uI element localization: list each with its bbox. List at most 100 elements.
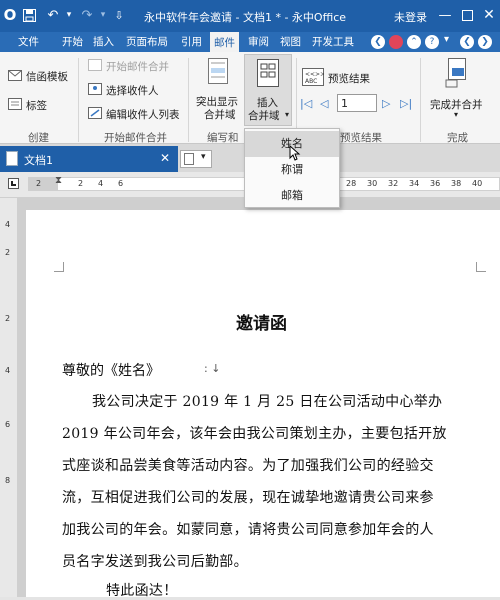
- body-line: 式座谈和品尝美食等活动内容。为了加强我们公司的经验交: [62, 458, 434, 474]
- insert-merge-field-button[interactable]: 插入 合并域 ▾: [244, 54, 292, 126]
- menu-bar: 文件 开始 插入 页面布局 引用 邮件 审阅 视图 开发工具 ❮ ⌃ ? ▾ ❮…: [0, 32, 500, 52]
- vruler-tick: 6: [5, 420, 11, 429]
- scroll-right-icon[interactable]: ❯: [478, 35, 492, 49]
- skin-icon[interactable]: [389, 35, 403, 49]
- undo-dropdown-icon[interactable]: ▾: [60, 6, 78, 24]
- insert-merge-field-icon: [257, 59, 279, 87]
- close-tab-icon[interactable]: ✕: [160, 151, 170, 165]
- new-document-button[interactable]: ▾: [180, 150, 212, 168]
- ruler-margin-left: [28, 177, 58, 191]
- labels-button[interactable]: 标签: [26, 98, 47, 113]
- document-icon: [6, 151, 18, 166]
- window-title: 永中软件年会邀请 - 文档1 * - 永中Office: [144, 11, 347, 24]
- ruler-tick: 32: [388, 179, 399, 188]
- maximize-icon[interactable]: [458, 6, 476, 24]
- ruler-tick: 2: [78, 179, 84, 188]
- document-tab[interactable]: 文档1 ✕: [0, 146, 178, 172]
- collapse-left-icon[interactable]: ❮: [371, 35, 385, 49]
- vruler-tick: 2: [5, 248, 11, 257]
- edit-recipients-icon: [88, 107, 102, 119]
- ruler-tick: 40: [472, 179, 483, 188]
- ruler-tick: 34: [409, 179, 420, 188]
- tab-references[interactable]: 引用: [181, 34, 202, 49]
- next-record-icon[interactable]: ▷: [382, 97, 390, 110]
- app-logo[interactable]: O: [2, 6, 18, 24]
- scroll-left-icon[interactable]: ❮: [460, 35, 474, 49]
- vertical-ruler[interactable]: 4 2 2 4 6 8: [0, 198, 18, 597]
- tab-insert[interactable]: 插入: [93, 34, 114, 49]
- vruler-tick: 8: [5, 476, 11, 485]
- start-merge-button[interactable]: 开始邮件合并: [106, 59, 169, 74]
- ruler-tick: 6: [118, 179, 124, 188]
- group-separator: [188, 58, 189, 142]
- ruler-tick: 28: [346, 179, 357, 188]
- preview-results-button[interactable]: 预览结果: [328, 71, 370, 86]
- ribbon-options-icon[interactable]: ▾: [444, 34, 449, 45]
- body-line: 加我公司的年会。如蒙同意，请将贵公司同意参加年会的人: [62, 522, 434, 538]
- edit-recipients-button[interactable]: 编辑收件人列表: [106, 107, 180, 122]
- group-separator: [78, 58, 79, 142]
- close-icon[interactable]: ✕: [480, 6, 498, 24]
- first-record-icon[interactable]: |◁: [300, 97, 312, 110]
- margin-corner-mark: [476, 262, 486, 272]
- document-page[interactable]: 邀请函 尊敬的《姓名》 : ↓ 我公司决定于 2019 年 1 月 25 日在公…: [26, 210, 500, 599]
- ruler-tick: 4: [98, 179, 104, 188]
- ruler-tick: 2: [36, 179, 42, 188]
- indent-marker-icon[interactable]: ⧗: [55, 175, 62, 186]
- new-document-icon: [184, 153, 194, 165]
- body-line: 流，互相促进我们公司的发展，现在诚挚地邀请贵公司来参: [62, 490, 434, 506]
- envelope-icon: [8, 69, 22, 81]
- tab-file[interactable]: 文件: [18, 34, 39, 49]
- save-icon[interactable]: [20, 6, 38, 24]
- mouse-cursor-icon: [289, 144, 301, 165]
- group-create-label: 创建: [28, 132, 49, 144]
- tab-view[interactable]: 视图: [280, 34, 301, 49]
- chevron-down-icon: ▾: [285, 110, 290, 119]
- select-recipients-icon: [88, 83, 102, 95]
- envelope-template-button[interactable]: 信函模板: [26, 69, 68, 84]
- group-separator: [420, 58, 421, 142]
- label-icon: [8, 98, 22, 110]
- highlight-fields-line2[interactable]: 合并域: [204, 107, 236, 122]
- minimize-icon[interactable]: —: [436, 6, 454, 24]
- vruler-tick: 4: [5, 220, 11, 229]
- highlight-fields-icon: [208, 58, 228, 84]
- tab-page-layout[interactable]: 页面布局: [126, 34, 168, 49]
- document-title: 邀请函: [236, 314, 287, 334]
- vruler-tick: 2: [5, 314, 11, 323]
- group-write-insert-label: 编写和: [207, 132, 239, 144]
- collapse-up-icon[interactable]: ⌃: [407, 35, 421, 49]
- vruler-tick: 4: [5, 366, 11, 375]
- tab-stop-icon[interactable]: [8, 178, 19, 189]
- svg-text:ABC: ABC: [305, 78, 317, 85]
- margin-corner-mark: [54, 262, 64, 272]
- group-start-merge-label: 开始邮件合并: [104, 132, 167, 144]
- chevron-down-icon: ▾: [454, 110, 459, 119]
- finish-merge-icon: [444, 58, 470, 88]
- customize-toolbar-icon[interactable]: ⇩: [110, 6, 128, 24]
- previous-record-icon[interactable]: ◁: [320, 97, 328, 110]
- dropdown-item-email[interactable]: 邮箱: [245, 183, 339, 209]
- help-icon[interactable]: ?: [425, 35, 439, 49]
- group-finish-label: 完成: [447, 132, 468, 144]
- title-bar: O ↶ ▾ ↷ ▾ ⇩ 永中软件年会邀请 - 文档1 * - 永中Office …: [0, 0, 500, 32]
- record-number-input[interactable]: 1: [337, 94, 377, 112]
- tab-mailings[interactable]: 邮件: [210, 32, 239, 52]
- body-line: 2019 年公司年会，该年会由我公司策划主办，主要包括开放: [62, 426, 447, 442]
- paragraph-mark: : ↓: [204, 362, 221, 375]
- chevron-down-icon: ▾: [201, 152, 206, 162]
- login-status[interactable]: 未登录: [394, 9, 427, 25]
- tab-review[interactable]: 审阅: [248, 34, 269, 49]
- ruler-tick: 36: [430, 179, 441, 188]
- ruler-tick: 30: [367, 179, 378, 188]
- ruler-tick: 38: [451, 179, 462, 188]
- tab-developer[interactable]: 开发工具: [312, 34, 354, 49]
- greeting-line: 尊敬的《姓名》: [62, 363, 160, 379]
- body-line: 我公司决定于 2019 年 1 月 25 日在公司活动中心举办: [92, 394, 443, 410]
- preview-results-icon: <<>> ABC: [302, 68, 324, 86]
- tab-home[interactable]: 开始: [62, 34, 83, 49]
- start-merge-icon: [88, 59, 102, 71]
- closing-line: 特此函达！: [106, 583, 178, 599]
- select-recipients-button[interactable]: 选择收件人: [106, 83, 159, 98]
- last-record-icon[interactable]: ▷|: [400, 97, 412, 110]
